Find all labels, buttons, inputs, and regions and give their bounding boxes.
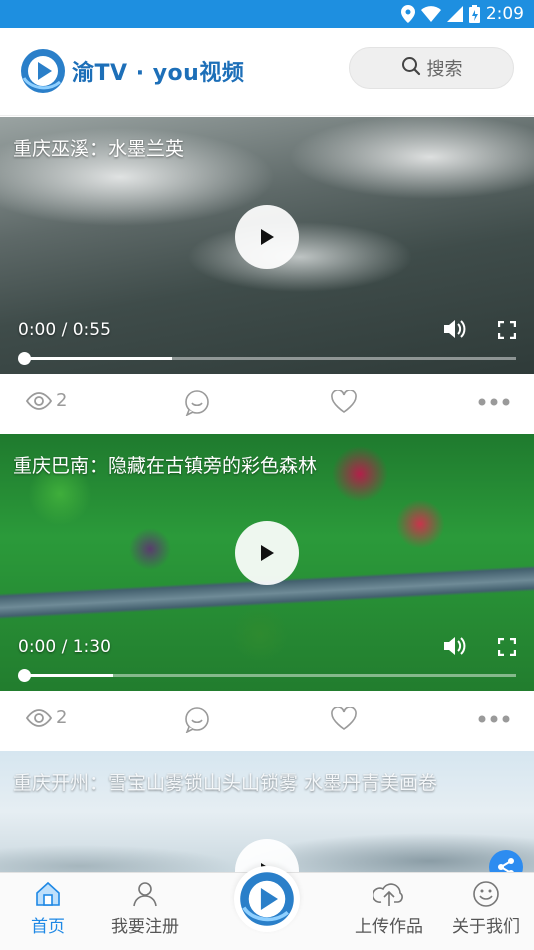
progress-bar[interactable]: [18, 669, 516, 682]
tab-upload[interactable]: 上传作品: [344, 880, 434, 937]
search-label: 搜索: [426, 59, 463, 80]
tab-label: 我要注册: [111, 917, 179, 937]
more-button[interactable]: [478, 398, 510, 406]
video-player[interactable]: 重庆巴南：隐藏在古镇旁的彩色森林 0:00 / 1:30: [0, 434, 534, 691]
video-time: 0:00 / 0:55: [18, 320, 111, 340]
video-actions: 2: [0, 691, 534, 751]
app-logo-icon: [240, 872, 294, 926]
progress-fill: [24, 357, 172, 360]
battery-icon: [468, 5, 480, 23]
more-icon: [478, 715, 510, 723]
video-player[interactable]: 重庆巫溪：水墨兰英 0:00 / 0:55: [0, 117, 534, 374]
video-title: 重庆巴南：隐藏在古镇旁的彩色森林: [13, 455, 318, 477]
comment-button[interactable]: [184, 707, 210, 733]
bottom-tab-bar: 首页 我要注册 上传作品 关于我们: [0, 866, 534, 950]
comment-icon: [185, 707, 209, 733]
play-button[interactable]: [235, 205, 299, 269]
views-count: 2: [26, 707, 67, 728]
video-actions: 2: [0, 374, 534, 434]
smile-icon: [473, 881, 499, 907]
progress-knob[interactable]: [18, 352, 31, 365]
home-icon: [36, 881, 60, 906]
tab-label: 关于我们: [452, 917, 520, 937]
fullscreen-icon[interactable]: [497, 320, 517, 343]
video-player[interactable]: 重庆开州：雪宝山雾锁山头山锁雾 水墨丹青美画卷: [0, 751, 534, 873]
app-header: 渝TV · you视频 搜索: [0, 28, 534, 116]
play-button[interactable]: [235, 521, 299, 585]
tab-label: 上传作品: [355, 917, 423, 937]
play-icon: [261, 545, 274, 561]
like-button[interactable]: [331, 707, 357, 731]
tab-about[interactable]: 关于我们: [441, 880, 531, 937]
user-icon: [133, 882, 157, 907]
search-icon: [401, 56, 421, 81]
tab-register[interactable]: 我要注册: [100, 880, 190, 937]
eye-icon: [26, 391, 52, 410]
fullscreen-icon[interactable]: [497, 637, 517, 660]
status-time: 2:09: [485, 4, 524, 24]
heart-icon: [331, 390, 357, 413]
views-value: 2: [56, 390, 68, 411]
progress-fill: [24, 674, 113, 677]
app-logo: [20, 48, 66, 94]
center-logo-button[interactable]: [234, 866, 300, 932]
video-time: 0:00 / 1:30: [18, 637, 111, 657]
video-title: 重庆开州：雪宝山雾锁山头山锁雾 水墨丹青美画卷: [13, 772, 438, 794]
views-value: 2: [56, 707, 68, 728]
comment-button[interactable]: [184, 390, 210, 416]
tab-home[interactable]: 首页: [3, 880, 93, 937]
video-title: 重庆巫溪：水墨兰英: [13, 138, 185, 160]
volume-icon[interactable]: [443, 635, 467, 661]
more-button[interactable]: [478, 715, 510, 723]
more-icon: [478, 398, 510, 406]
eye-icon: [26, 708, 52, 727]
wifi-icon: [420, 6, 441, 22]
signal-icon: [446, 6, 463, 22]
progress-knob[interactable]: [18, 669, 31, 682]
heart-icon: [331, 707, 357, 730]
location-icon: [400, 5, 415, 23]
brand-name: 渝TV · you视频: [72, 61, 245, 86]
tab-label: 首页: [31, 917, 65, 937]
upload-cloud-icon: [373, 883, 403, 906]
progress-bar[interactable]: [18, 352, 516, 365]
views-count: 2: [26, 390, 67, 411]
comment-icon: [185, 390, 209, 416]
like-button[interactable]: [331, 390, 357, 414]
play-icon: [261, 229, 274, 245]
volume-icon[interactable]: [443, 318, 467, 344]
status-bar: 2:09: [0, 0, 534, 28]
search-button[interactable]: 搜索: [349, 47, 514, 89]
